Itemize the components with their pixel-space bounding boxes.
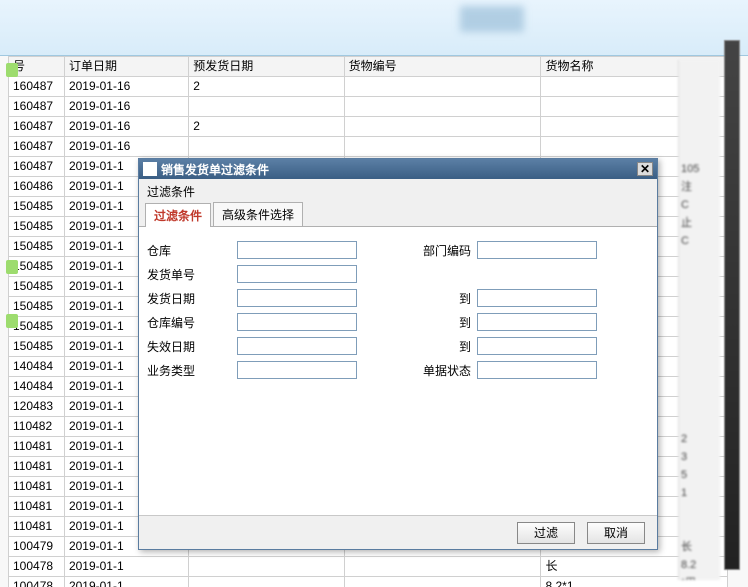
label-dept-code: 部门编码	[387, 242, 477, 259]
cell: 140484	[9, 357, 65, 377]
cell	[189, 557, 344, 577]
label-ship-date: 发货日期	[147, 290, 237, 307]
cell	[344, 557, 541, 577]
cell: 2019-01-16	[64, 137, 188, 157]
cell	[189, 97, 344, 117]
row-marker	[6, 63, 18, 77]
cell: 110481	[9, 497, 65, 517]
table-row[interactable]: 1004782019-01-1长	[9, 557, 728, 577]
row-marker	[6, 314, 18, 328]
table-row[interactable]: 1004782019-01-18.2*1	[9, 577, 728, 587]
input-ship-no[interactable]	[237, 265, 357, 283]
cell: 150485	[9, 337, 65, 357]
tab-advanced[interactable]: 高级条件选择	[213, 202, 303, 226]
row-marker	[6, 260, 18, 274]
cell: 150485	[9, 217, 65, 237]
cell: 2019-01-16	[64, 77, 188, 97]
label-to1: 到	[387, 290, 477, 307]
cancel-button[interactable]: 取消	[587, 522, 645, 544]
label-expire-date: 失效日期	[147, 338, 237, 355]
table-row[interactable]: 1604872019-01-162	[9, 117, 728, 137]
filter-button[interactable]: 过滤	[517, 522, 575, 544]
label-wh-code: 仓库编号	[147, 314, 237, 331]
form-area: 仓库 部门编码 发货单号 发货日期 到 仓库编号 到 失效日期	[139, 227, 657, 515]
cell: 100478	[9, 557, 65, 577]
cell: 150485	[9, 277, 65, 297]
label-biz-type: 业务类型	[147, 362, 237, 379]
app-banner	[0, 0, 748, 56]
dialog-icon	[143, 162, 157, 176]
cell	[189, 577, 344, 587]
input-ship-date-to[interactable]	[477, 289, 597, 307]
input-doc-status[interactable]	[477, 361, 597, 379]
cell: 110481	[9, 437, 65, 457]
right-scrollbar[interactable]	[724, 40, 740, 570]
input-expire-to[interactable]	[477, 337, 597, 355]
label-to2: 到	[387, 314, 477, 331]
cell: 150485	[9, 237, 65, 257]
input-wh-code-from[interactable]	[237, 313, 357, 331]
col-goods-code[interactable]: 货物编号	[344, 57, 541, 77]
dialog-titlebar[interactable]: 销售发货单过滤条件 ✕	[139, 159, 657, 179]
table-row[interactable]: 1604872019-01-16	[9, 97, 728, 117]
label-warehouse: 仓库	[147, 242, 237, 259]
input-wh-code-to[interactable]	[477, 313, 597, 331]
cell: 2019-01-16	[64, 117, 188, 137]
col-ship-date[interactable]: 预发货日期	[189, 57, 344, 77]
cell: 160486	[9, 177, 65, 197]
banner-logo	[460, 6, 524, 32]
label-to3: 到	[387, 338, 477, 355]
cell: 110481	[9, 457, 65, 477]
cell: 160487	[9, 137, 65, 157]
cell	[344, 77, 541, 97]
dialog-title: 销售发货单过滤条件	[161, 161, 633, 178]
cell: 100479	[9, 537, 65, 557]
input-dept-code[interactable]	[477, 241, 597, 259]
cell: 110482	[9, 417, 65, 437]
table-row[interactable]: 1604872019-01-16	[9, 137, 728, 157]
input-warehouse[interactable]	[237, 241, 357, 259]
input-biz-type[interactable]	[237, 361, 357, 379]
col-order-date[interactable]: 订单日期	[64, 57, 188, 77]
tab-filter[interactable]: 过滤条件	[145, 203, 211, 227]
cell	[344, 137, 541, 157]
cell: 160487	[9, 117, 65, 137]
cell: 2019-01-1	[64, 577, 188, 587]
cell: 140484	[9, 377, 65, 397]
cell: 2	[189, 77, 344, 97]
cell: 100478	[9, 577, 65, 587]
close-icon[interactable]: ✕	[637, 162, 653, 176]
cell: 160487	[9, 157, 65, 177]
cell: 2019-01-1	[64, 557, 188, 577]
table-row[interactable]: 1604872019-01-162	[9, 77, 728, 97]
cell: 150485	[9, 197, 65, 217]
cell: 160487	[9, 77, 65, 97]
cell: 110481	[9, 517, 65, 537]
input-ship-date-from[interactable]	[237, 289, 357, 307]
cell: 110481	[9, 477, 65, 497]
cell: 2019-01-16	[64, 97, 188, 117]
label-ship-no: 发货单号	[147, 266, 237, 283]
dialog-buttonbar: 过滤 取消	[139, 515, 657, 549]
cell	[344, 117, 541, 137]
filter-legend: 过滤条件	[139, 179, 657, 200]
right-panel: 105注C止C2351长8.2*巴75	[678, 60, 720, 580]
input-expire-from[interactable]	[237, 337, 357, 355]
dialog-tabs: 过滤条件 高级条件选择	[139, 200, 657, 227]
cell: 160487	[9, 97, 65, 117]
cell	[189, 137, 344, 157]
cell: 2	[189, 117, 344, 137]
cell: 120483	[9, 397, 65, 417]
label-doc-status: 单据状态	[387, 362, 477, 379]
cell	[344, 97, 541, 117]
filter-dialog: 销售发货单过滤条件 ✕ 过滤条件 过滤条件 高级条件选择 仓库 部门编码 发货单…	[138, 158, 658, 550]
grid-header-row: 号 订单日期 预发货日期 货物编号 货物名称	[9, 57, 728, 77]
cell	[344, 577, 541, 587]
